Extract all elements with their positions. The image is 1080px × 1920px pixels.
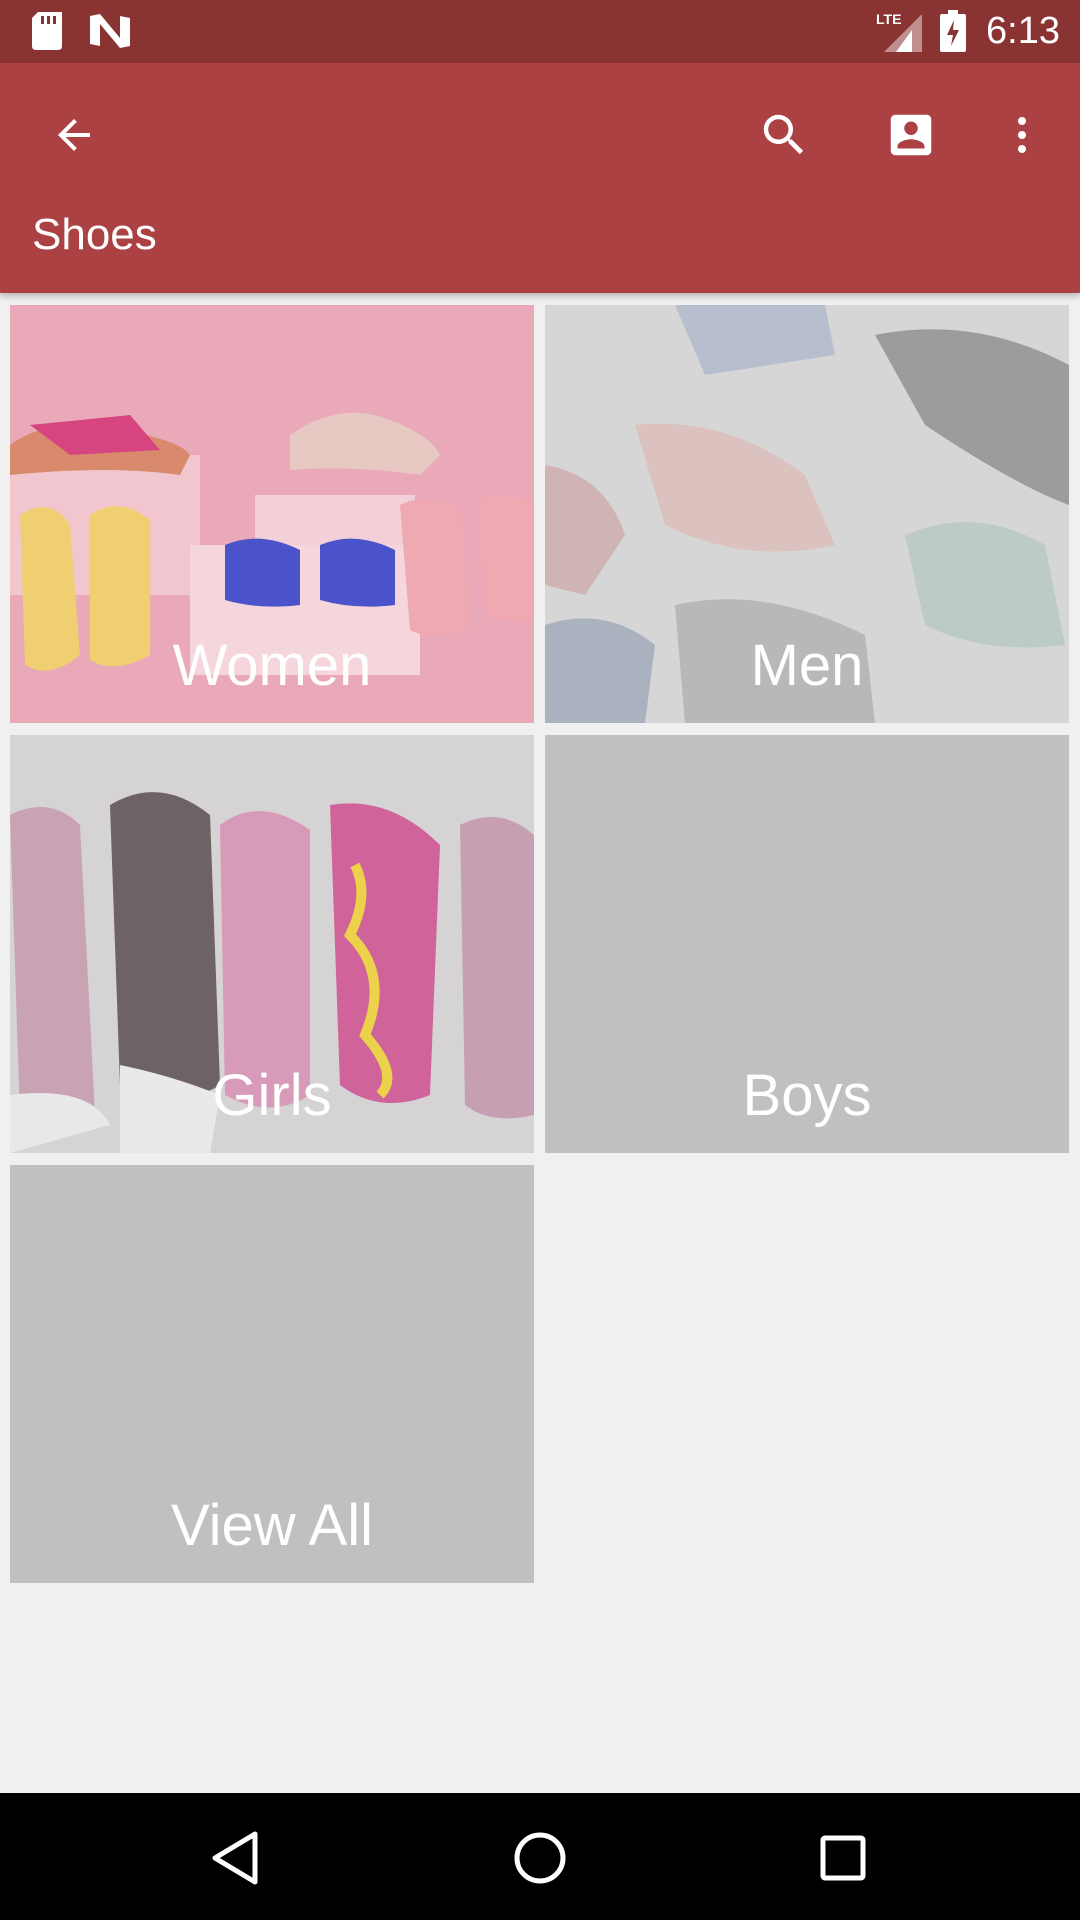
status-time: 6:13	[986, 10, 1060, 52]
category-tile-women[interactable]: Women	[10, 305, 534, 723]
nav-back-button[interactable]	[190, 1813, 280, 1903]
back-button[interactable]	[32, 93, 116, 177]
category-tile-men[interactable]: Men	[545, 305, 1069, 723]
category-label: Boys	[742, 1063, 872, 1128]
recents-square-icon	[820, 1835, 866, 1881]
account-button[interactable]	[869, 93, 953, 177]
status-bar: LTE 6:13	[0, 0, 1080, 63]
account-box-icon	[890, 114, 932, 156]
back-triangle-icon	[212, 1831, 258, 1885]
page-title: Shoes	[32, 210, 157, 259]
category-tile-boys[interactable]: Boys	[545, 735, 1069, 1153]
category-tile-girls[interactable]: Girls	[10, 735, 534, 1153]
svg-text:LTE: LTE	[876, 11, 901, 27]
system-nav-bar	[0, 1793, 1080, 1920]
search-button[interactable]	[742, 93, 826, 177]
battery-charging-icon	[940, 10, 966, 52]
category-label: Women	[172, 633, 372, 698]
category-label: Girls	[212, 1063, 332, 1128]
lte-signal-icon: LTE	[876, 11, 922, 52]
sd-card-icon	[32, 12, 62, 50]
category-label: Men	[750, 633, 864, 698]
back-arrow-icon	[58, 119, 90, 151]
nav-home-button[interactable]	[495, 1813, 585, 1903]
home-circle-icon	[514, 1832, 566, 1884]
search-icon	[763, 114, 804, 155]
category-label: View All	[170, 1493, 374, 1558]
n-notification-icon	[90, 14, 130, 48]
category-tile-view-all[interactable]: View All	[10, 1165, 534, 1583]
more-vert-icon	[1018, 117, 1026, 153]
app-bar: Shoes	[0, 63, 1080, 293]
nav-recents-button[interactable]	[798, 1813, 888, 1903]
more-options-button[interactable]	[980, 93, 1064, 177]
